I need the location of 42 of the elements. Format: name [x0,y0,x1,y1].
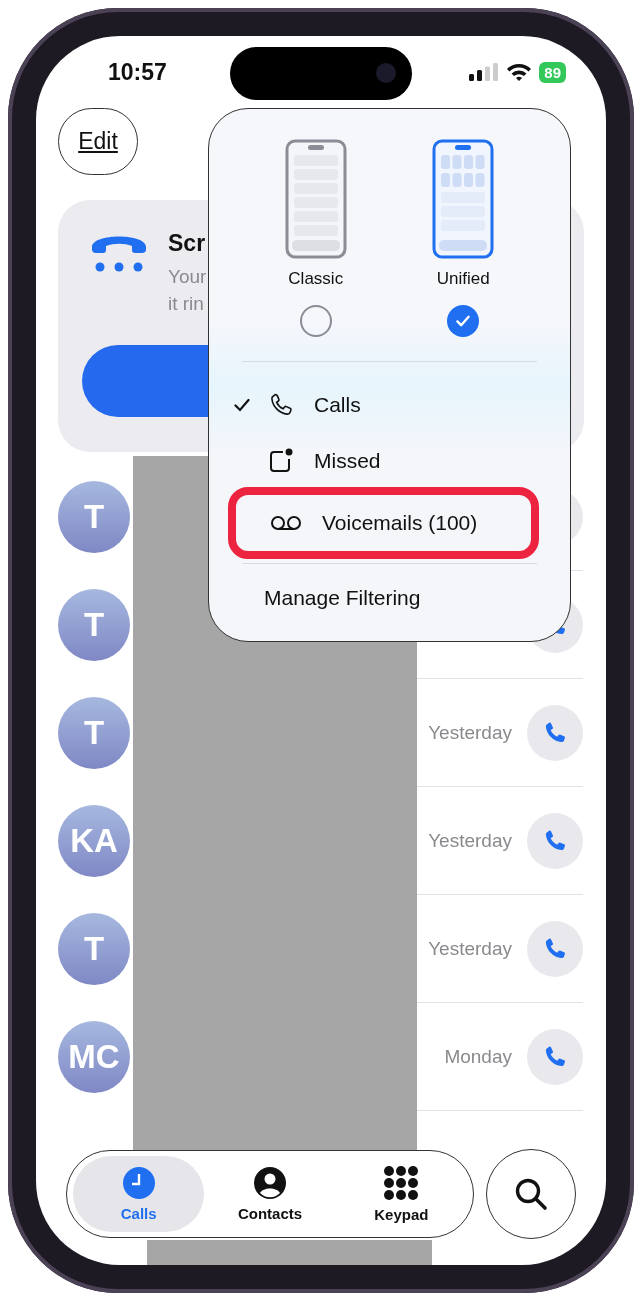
call-button[interactable] [527,921,583,977]
filter-option[interactable]: Voicemails (100) [322,511,478,535]
layout-radio[interactable] [447,305,480,337]
call-date: Monday [444,1046,512,1068]
contact-avatar: KA [58,805,130,877]
battery-level: 89 [539,61,566,83]
search-icon [513,1176,549,1212]
tab[interactable]: Keypad [335,1156,467,1232]
call-date: Yesterday [428,830,512,852]
call-button[interactable] [527,1029,583,1085]
status-time: 10:57 [108,58,167,86]
card-title: Scr [168,230,207,257]
contact-avatar: T [58,481,130,553]
filter-option[interactable]: Calls [314,393,361,417]
layout-radio[interactable] [299,305,332,337]
keypad-icon [383,1165,420,1201]
call-button[interactable] [527,705,583,761]
layout-label: Unified [436,269,490,289]
phone-layout-icon[interactable] [284,139,347,259]
card-description: Your [168,265,207,289]
layout-label: Classic [288,269,344,289]
voicemail-icon [270,514,302,532]
missed-call-icon [268,448,294,474]
contact-avatar: MC [58,1021,130,1093]
call-button[interactable] [527,813,583,869]
person-icon [253,1166,287,1200]
phone-layout-icon[interactable] [432,139,495,259]
tab[interactable]: Calls [73,1156,205,1232]
contact-avatar: T [58,589,130,661]
call-date: Yesterday [428,938,512,960]
call-date: Yesterday [428,722,512,744]
contact-avatar: T [58,913,130,985]
wifi-icon [506,62,533,82]
manage-filtering-item[interactable]: Manage Filtering [242,586,537,610]
clock-icon [121,1166,156,1200]
filter-option[interactable]: Missed [314,449,381,473]
edit-button[interactable]: Edit [58,108,138,175]
card-description: it rin [168,292,205,316]
signal-icon [469,63,500,81]
phone-icon [268,392,294,418]
tab[interactable]: Contacts [204,1156,336,1232]
contact-avatar: T [58,697,130,769]
